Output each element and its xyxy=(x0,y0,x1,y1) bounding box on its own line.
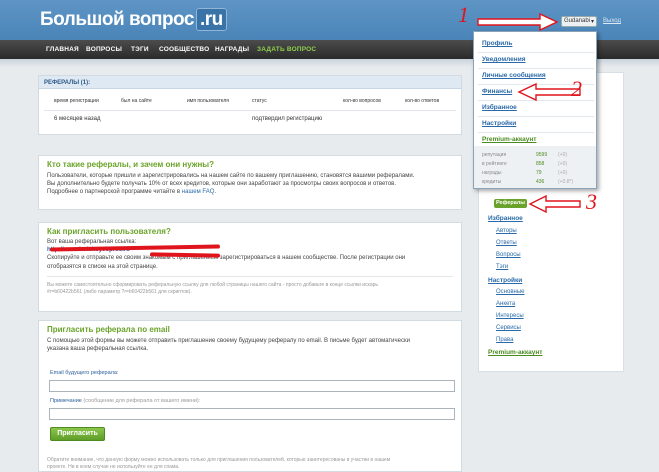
annotation-arrow xyxy=(528,194,581,214)
annotation-number: 2 xyxy=(571,76,582,101)
annotation-arrow xyxy=(477,12,559,32)
annotation-number: 1 xyxy=(458,2,469,27)
annotation-overlay xyxy=(477,12,581,214)
annotation-number: 3 xyxy=(586,189,597,214)
